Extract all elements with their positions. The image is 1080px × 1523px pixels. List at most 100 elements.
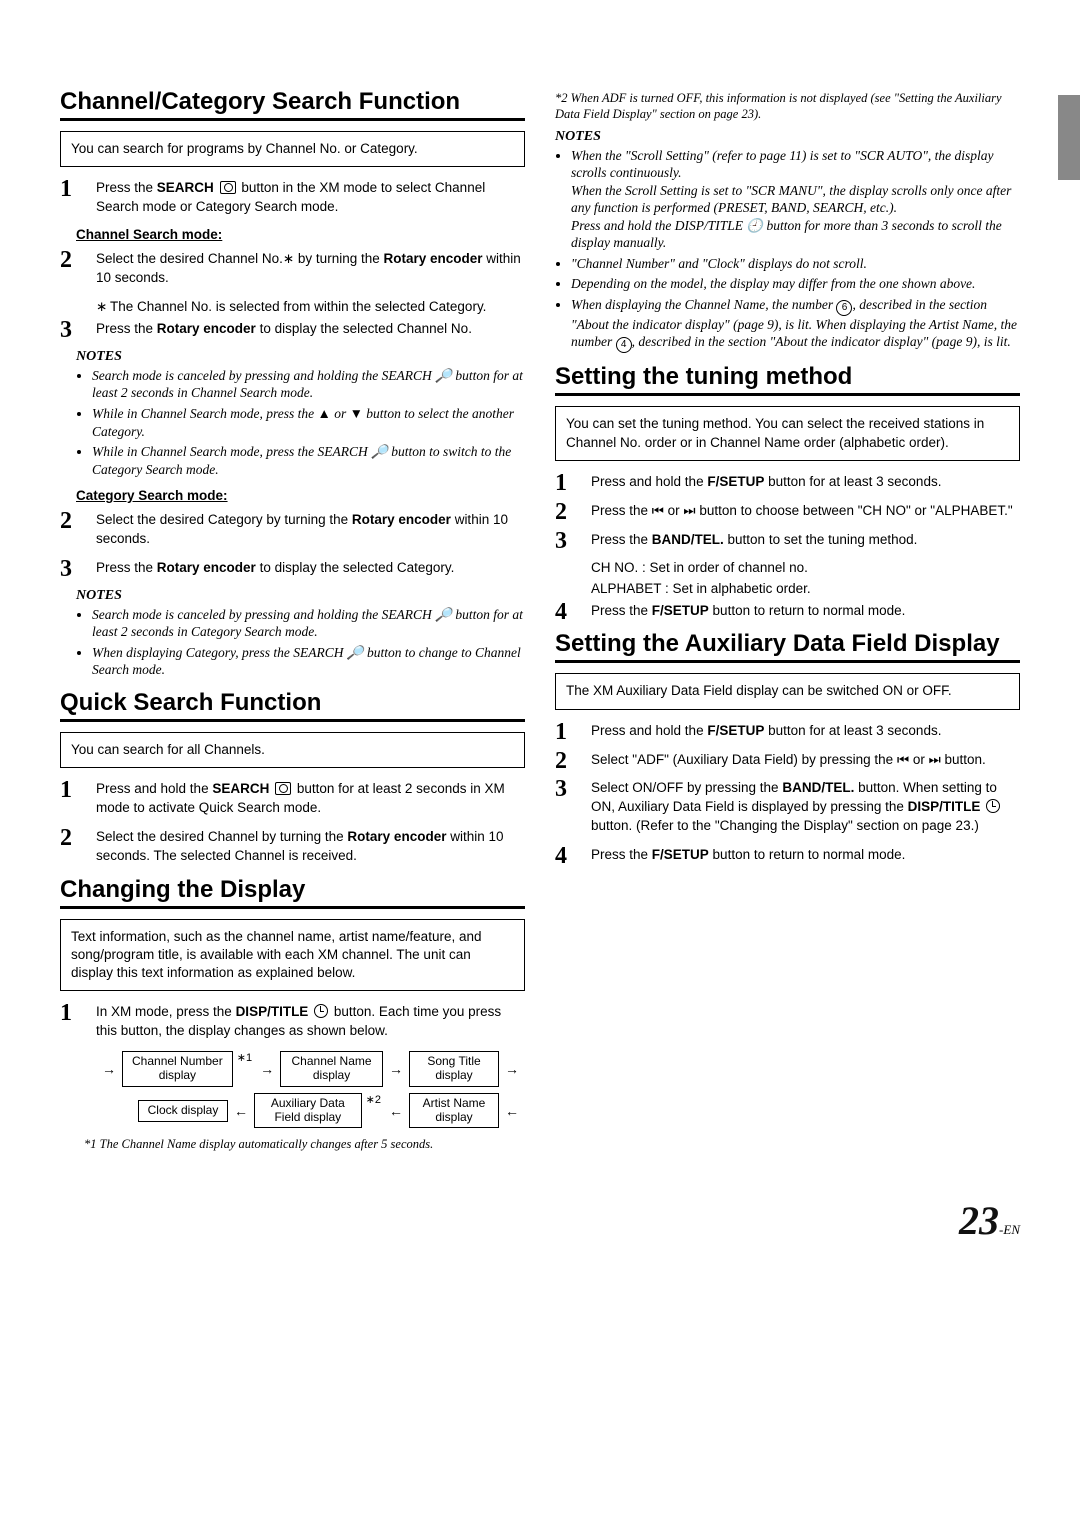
page-number-value: 23: [959, 1198, 999, 1243]
display-flow-diagram: → Channel Number display ∗1 → Channel Na…: [96, 1051, 525, 1128]
arrow-right-icon: →: [96, 1061, 122, 1077]
note-item: When the "Scroll Setting" (refer to page…: [571, 147, 1020, 252]
heading-quick-search: Quick Search Function: [60, 689, 525, 722]
step-1: 1 Press and hold the F/SETUP button for …: [555, 722, 1020, 741]
option-ch-no: CH NO. : Set in order of channel no.: [555, 560, 1020, 575]
note-item: Search mode is canceled by pressing and …: [92, 606, 525, 641]
text: button. (Refer to the "Changing the Disp…: [591, 818, 979, 833]
step-2: 2 Select the desired Channel by turning …: [60, 828, 525, 866]
page-side-tab: [1058, 95, 1080, 180]
arrow-left-icon: ←: [499, 1103, 525, 1119]
note-item: Depending on the model, the display may …: [571, 275, 1020, 293]
footnote-1: *1 The Channel Name display automaticall…: [60, 1136, 525, 1152]
text: Select the desired Channel No.∗ by turni…: [96, 251, 383, 266]
text: Select ON/OFF by pressing the: [591, 780, 782, 795]
text: Select the desired Category by turning t…: [96, 512, 352, 527]
label-search: SEARCH: [212, 781, 269, 796]
text: button for at least 3 seconds.: [764, 723, 941, 738]
option-alphabet: ALPHABET : Set in alphabetic order.: [555, 581, 1020, 596]
label-disp-title: DISP/TITLE: [908, 799, 981, 814]
flow-box: Channel Number display: [122, 1051, 233, 1087]
right-column: *2 When ADF is turned OFF, this informat…: [555, 80, 1020, 1157]
left-column: Channel/Category Search Function You can…: [60, 80, 525, 1157]
notes-list: Search mode is canceled by pressing and …: [60, 606, 525, 679]
circled-number-icon: 6: [836, 300, 852, 316]
annotation: ∗1: [233, 1051, 254, 1064]
step-3: 3 Press the Rotary encoder to display th…: [60, 320, 525, 339]
flow-box: Artist Name display: [409, 1093, 499, 1129]
flow-box: Auxiliary Data Field display: [254, 1093, 362, 1129]
text: Select "ADF" (Auxiliary Data Field) by p…: [591, 752, 986, 767]
arrow-left-icon: ←: [383, 1103, 409, 1119]
sub-bullet: The Channel No. is selected from within …: [60, 298, 525, 316]
text: Press the: [591, 847, 652, 862]
arrow-right-icon: →: [383, 1061, 409, 1077]
heading-tuning-method: Setting the tuning method: [555, 363, 1020, 396]
step-1: 1 Press and hold the SEARCH button for a…: [60, 780, 525, 818]
note-item: While in Channel Search mode, press the …: [92, 405, 525, 440]
text: button to return to normal mode.: [709, 603, 906, 618]
step-1: 1 Press the SEARCH button in the XM mode…: [60, 179, 525, 217]
note-item: "Channel Number" and "Clock" displays do…: [571, 255, 1020, 273]
circled-number-icon: 4: [616, 337, 632, 353]
label-fsetup: F/SETUP: [707, 474, 764, 489]
step-4: 4 Press the F/SETUP button to return to …: [555, 602, 1020, 621]
page-number: 23-EN: [60, 1197, 1020, 1244]
text: button to return to normal mode.: [709, 847, 906, 862]
note-item: When displaying the Channel Name, the nu…: [571, 296, 1020, 354]
intro-quick-search: You can search for all Channels.: [60, 732, 525, 768]
text: Press and hold the: [96, 781, 212, 796]
text: In XM mode, press the: [96, 1004, 236, 1019]
notes-list: Search mode is canceled by pressing and …: [60, 367, 525, 478]
label-rotary-encoder: Rotary encoder: [352, 512, 451, 527]
text: Press the: [96, 180, 157, 195]
flow-box: Channel Name display: [280, 1051, 383, 1087]
notes-list: When the "Scroll Setting" (refer to page…: [555, 147, 1020, 354]
label-rotary-encoder: Rotary encoder: [157, 560, 256, 575]
intro-channel-category: You can search for programs by Channel N…: [60, 131, 525, 167]
text: to display the selected Channel No.: [256, 321, 472, 336]
text: button to set the tuning method.: [724, 532, 918, 547]
text: Press the: [96, 321, 157, 336]
arrow-right-icon: →: [254, 1061, 280, 1077]
step-4: 4 Press the F/SETUP button to return to …: [555, 846, 1020, 865]
clock-icon: [986, 799, 1000, 813]
label-rotary-encoder: Rotary encoder: [157, 321, 256, 336]
search-icon: [275, 782, 291, 795]
flow-box: Clock display: [138, 1100, 228, 1122]
step-3: 3 Press the BAND/TEL. button to set the …: [555, 531, 1020, 550]
label-search: SEARCH: [157, 180, 214, 195]
footnote-2: *2 When ADF is turned OFF, this informat…: [555, 90, 1020, 123]
label-band-tel: BAND/TEL.: [652, 532, 724, 547]
heading-aux-data-field: Setting the Auxiliary Data Field Display: [555, 630, 1020, 663]
step-2: 2 Select "ADF" (Auxiliary Data Field) by…: [555, 751, 1020, 770]
search-icon: [220, 181, 236, 194]
notes-label: NOTES: [76, 588, 525, 604]
text: Press the: [591, 532, 652, 547]
intro-aux-data-field: The XM Auxiliary Data Field display can …: [555, 673, 1020, 709]
notes-label: NOTES: [76, 349, 525, 365]
label-fsetup: F/SETUP: [652, 603, 709, 618]
label-fsetup: F/SETUP: [652, 847, 709, 862]
clock-icon: [314, 1004, 328, 1018]
label-band-tel: BAND/TEL.: [782, 780, 854, 795]
step-2: 2 Select the desired Category by turning…: [60, 511, 525, 549]
intro-tuning-method: You can set the tuning method. You can s…: [555, 406, 1020, 460]
subheading-category-search-mode: Category Search mode:: [76, 488, 525, 503]
arrow-right-icon: →: [499, 1061, 525, 1077]
note-item: When displaying Category, press the SEAR…: [92, 644, 525, 679]
heading-channel-category-search: Channel/Category Search Function: [60, 88, 525, 121]
label-fsetup: F/SETUP: [707, 723, 764, 738]
subheading-channel-search-mode: Channel Search mode:: [76, 227, 525, 242]
arrow-left-icon: ←: [228, 1103, 254, 1119]
text: to display the selected Category.: [256, 560, 455, 575]
text: Press the ⏮ or ⏭ button to choose betwee…: [591, 503, 1013, 518]
step-2: 2 Select the desired Channel No.∗ by tur…: [60, 250, 525, 288]
text: Press and hold the: [591, 474, 707, 489]
text: Press the: [591, 603, 652, 618]
step-2: 2 Press the ⏮ or ⏭ button to choose betw…: [555, 502, 1020, 521]
step-3: 3 Select ON/OFF by pressing the BAND/TEL…: [555, 779, 1020, 836]
notes-label: NOTES: [555, 129, 1020, 145]
note-item: While in Channel Search mode, press the …: [92, 443, 525, 478]
step-1: 1 In XM mode, press the DISP/TITLE butto…: [60, 1003, 525, 1041]
